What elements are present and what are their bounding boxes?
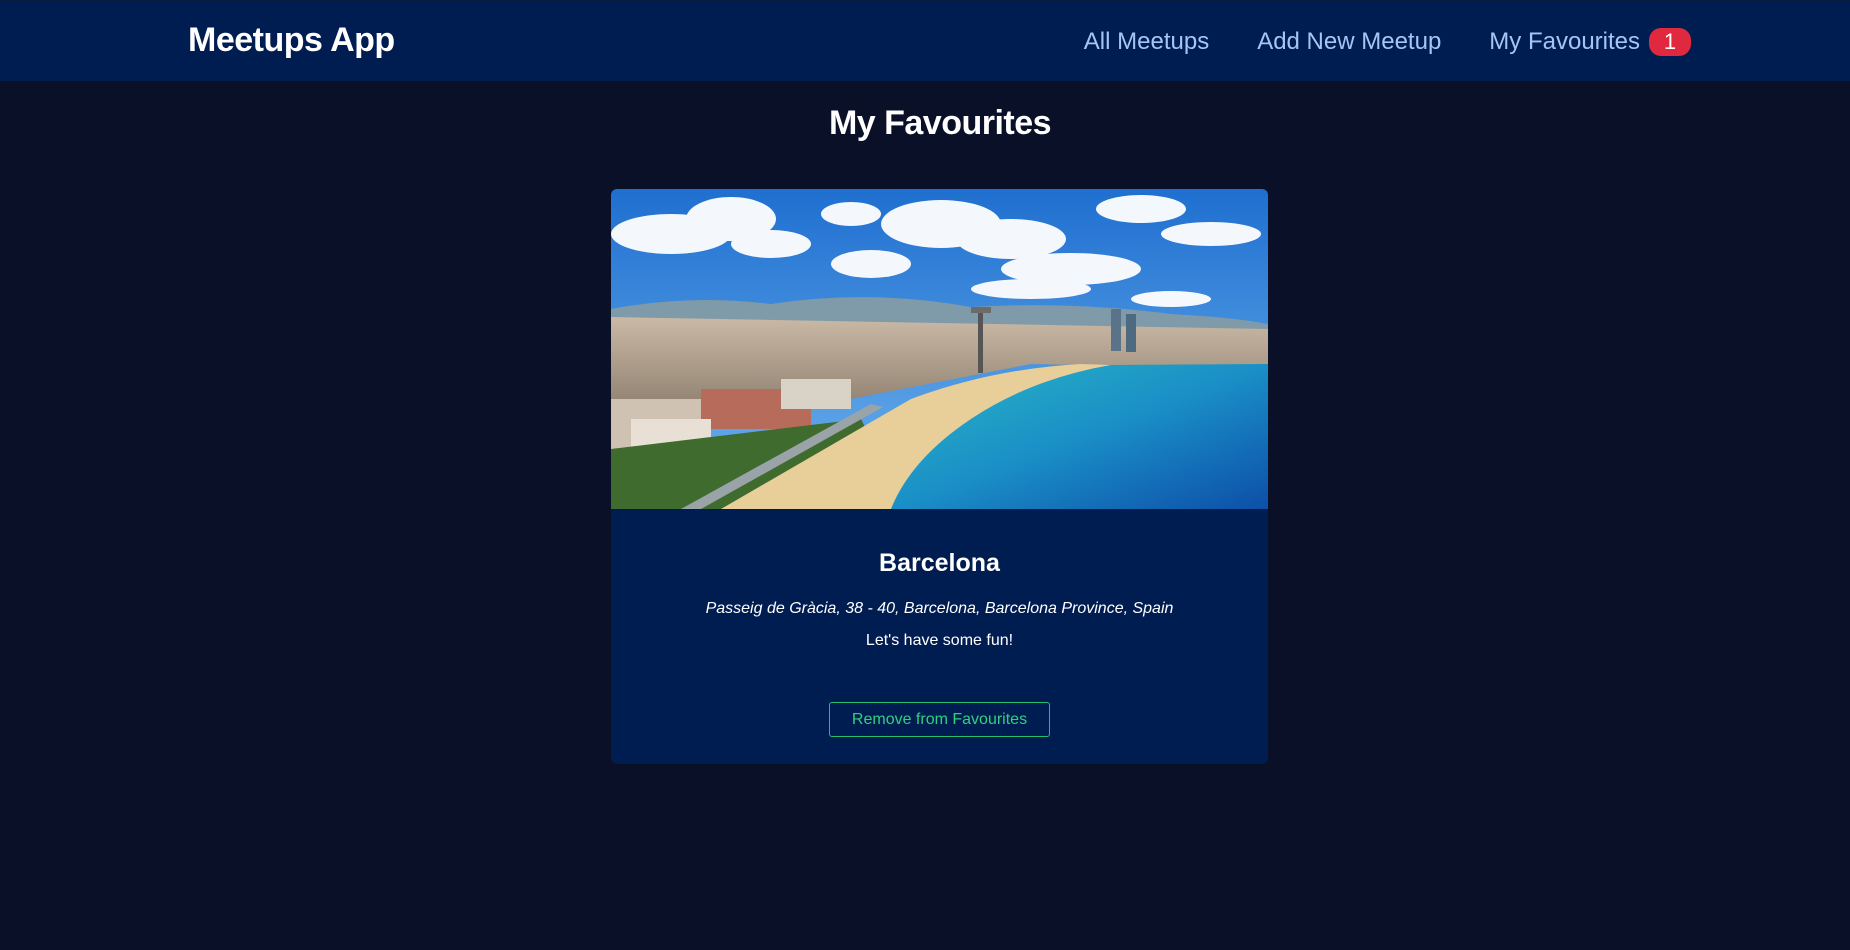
nav-all-meetups[interactable]: All Meetups bbox=[1084, 28, 1209, 56]
nav-add-new-meetup[interactable]: Add New Meetup bbox=[1257, 28, 1441, 56]
meetup-card: Barcelona Passeig de Gràcia, 38 - 40, Ba… bbox=[611, 189, 1268, 764]
meetup-image bbox=[611, 189, 1268, 509]
meetup-description: Let's have some fun! bbox=[865, 632, 1014, 649]
main-nav: All Meetups Add New Meetup My Favourites… bbox=[1084, 1, 1691, 82]
page-title: My Favourites bbox=[828, 104, 1052, 142]
app-logo[interactable]: Meetups App bbox=[188, 21, 395, 60]
remove-from-favourites-button[interactable]: Remove from Favourites bbox=[829, 702, 1050, 737]
meetup-card-body: Barcelona Passeig de Gràcia, 38 - 40, Ba… bbox=[611, 509, 1268, 737]
nav-my-favourites[interactable]: My Favourites 1 bbox=[1489, 27, 1691, 56]
meetup-title: Barcelona bbox=[879, 549, 1000, 577]
nav-my-favourites-label: My Favourites bbox=[1489, 27, 1640, 55]
meetup-address: Passeig de Gràcia, 38 - 40, Barcelona, B… bbox=[705, 600, 1174, 617]
favourites-count-badge: 1 bbox=[1649, 27, 1691, 56]
app-header: Meetups App All Meetups Add New Meetup M… bbox=[0, 0, 1850, 81]
